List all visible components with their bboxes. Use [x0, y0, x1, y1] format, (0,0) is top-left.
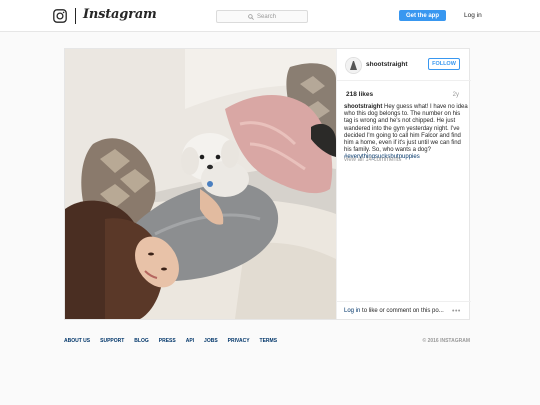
footer-link-privacy[interactable]: PRIVACY	[228, 338, 250, 344]
post-caption: shootstraight Hey guess what! I have no …	[344, 104, 468, 162]
post-sidebar: shootstraight FOLLOW 218 likes 2y shoots…	[336, 49, 471, 319]
instagram-camera-icon[interactable]	[53, 9, 67, 23]
footer-link-support[interactable]: SUPPORT	[100, 338, 124, 344]
footer-link-blog[interactable]: BLOG	[134, 338, 148, 344]
photo-illustration	[65, 49, 336, 319]
footer-link-press[interactable]: PRESS	[159, 338, 176, 344]
footer-link-jobs[interactable]: JOBS	[204, 338, 218, 344]
view-all-comments-link[interactable]: view all 14 comments	[344, 157, 401, 163]
login-link[interactable]: Log in	[464, 12, 482, 19]
top-navigation-bar: Instagram Search Get the app Log in	[0, 0, 540, 32]
footer-link-terms[interactable]: TERMS	[260, 338, 278, 344]
likes-count[interactable]: 218 likes	[346, 91, 373, 98]
avatar[interactable]	[345, 57, 362, 74]
post-timestamp[interactable]: 2y	[453, 92, 459, 98]
footer-link-api[interactable]: API	[186, 338, 194, 344]
search-input[interactable]: Search	[216, 10, 308, 23]
copyright-text: © 2016 INSTAGRAM	[422, 338, 471, 344]
post-photo[interactable]	[65, 49, 336, 319]
login-prompt-text: to like or comment on this po...	[362, 308, 444, 314]
instagram-wordmark[interactable]: Instagram	[83, 7, 157, 22]
search-icon	[248, 13, 254, 20]
more-options-icon[interactable]: •••	[452, 308, 461, 315]
caption-username[interactable]: shootstraight	[344, 104, 382, 110]
footer-links: ABOUT US SUPPORT BLOG PRESS API JOBS PRI…	[64, 338, 287, 344]
search-placeholder: Search	[256, 13, 276, 20]
get-the-app-button[interactable]: Get the app	[399, 10, 446, 21]
follow-button[interactable]: FOLLOW	[428, 58, 460, 70]
avatar-image	[346, 58, 361, 73]
login-to-comment-link[interactable]: Log in	[344, 308, 360, 314]
post-header: shootstraight FOLLOW	[337, 49, 471, 81]
caption-text: Hey guess what! I have no idea who this …	[344, 104, 468, 154]
post-username[interactable]: shootstraight	[366, 61, 408, 68]
footer-link-about-us[interactable]: ABOUT US	[64, 338, 90, 344]
post-card: shootstraight FOLLOW 218 likes 2y shoots…	[64, 48, 471, 320]
logo-divider	[75, 8, 76, 24]
post-footer: Log in to like or comment on this po... …	[337, 301, 471, 320]
